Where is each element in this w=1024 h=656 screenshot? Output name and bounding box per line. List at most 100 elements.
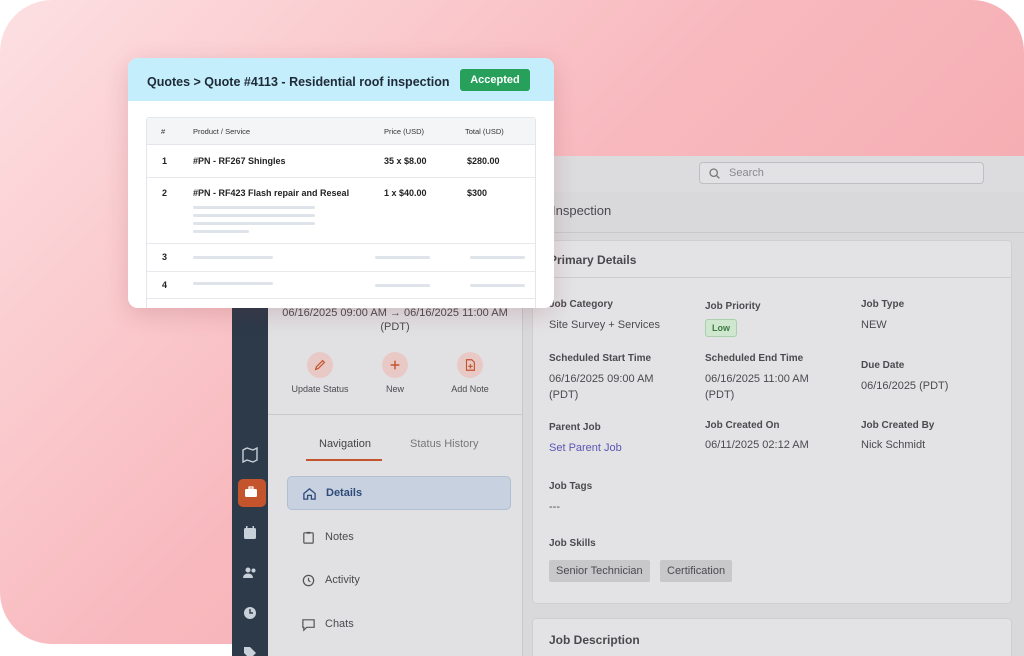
- quote-header: Quotes > Quote #4113 - Residential roof …: [128, 58, 554, 101]
- job-datetime: 06/16/2025 09:00 AM → 06/16/2025 11:00 A…: [268, 306, 522, 334]
- tab-status-history[interactable]: Status History: [410, 438, 478, 450]
- due-date-label: Due Date: [861, 360, 905, 371]
- parent-job-label: Parent Job: [549, 422, 601, 433]
- column-header: Product / Service: [193, 127, 251, 136]
- row-number: 1: [162, 156, 168, 166]
- scheduled-end-date: 06/16/2025 11:00 AM: [705, 373, 809, 385]
- file-plus-icon: [465, 359, 475, 371]
- panel-divider: [268, 414, 522, 415]
- update-status-button[interactable]: Update Status: [290, 352, 350, 394]
- home-icon: [303, 487, 316, 500]
- clock-icon[interactable]: [241, 604, 259, 622]
- nav-item-notes[interactable]: Notes: [287, 520, 511, 554]
- nav-item-details-label: Details: [326, 487, 363, 499]
- row-number: 4: [162, 280, 168, 290]
- row-total: $280.00: [467, 156, 500, 166]
- row-price: 1 x $40.00: [384, 188, 427, 198]
- tag-icon[interactable]: [241, 644, 259, 656]
- nav-item-chats[interactable]: Chats: [287, 607, 511, 641]
- table-header: # Product / Service Price (USD) Total (U…: [147, 118, 535, 145]
- card-divider: [533, 277, 1011, 278]
- table-row: 2 #PN - RF423 Flash repair and Reseal 1 …: [147, 178, 535, 244]
- page-title-bar: Inspection: [522, 192, 1024, 233]
- row-total: $300: [467, 188, 488, 198]
- priority-badge: Low: [705, 319, 737, 337]
- job-created-on-label: Job Created On: [705, 420, 780, 431]
- placeholder-line: [193, 206, 315, 209]
- job-type-value: NEW: [861, 319, 887, 331]
- quote-table: # Product / Service Price (USD) Total (U…: [146, 117, 536, 308]
- job-created-by-label: Job Created By: [861, 420, 935, 431]
- nav-item-details[interactable]: Details: [287, 476, 511, 510]
- job-skills-label: Job Skills: [549, 538, 596, 549]
- add-note-label: Add Note: [451, 384, 489, 394]
- job-created-on-value: 06/11/2025 02:12 AM: [705, 439, 809, 451]
- page-title: Inspection: [552, 203, 612, 218]
- quote-popup: Quotes > Quote #4113 - Residential roof …: [128, 58, 554, 308]
- job-category-value: Site Survey + Services: [549, 319, 660, 331]
- column-header: #: [161, 127, 166, 136]
- row-number: 3: [162, 252, 168, 262]
- job-description-title: Job Description: [549, 633, 640, 647]
- search-input[interactable]: [727, 166, 971, 180]
- column-header: Price (USD): [384, 127, 425, 136]
- scheduled-start-value: 06/16/2025 09:00 AM (PDT): [549, 371, 654, 403]
- nav-item-activity-label: Activity: [325, 574, 360, 586]
- scheduled-end-label: Scheduled End Time: [705, 353, 804, 364]
- new-label: New: [385, 384, 404, 394]
- placeholder-line: [193, 214, 315, 217]
- nav-item-chats-label: Chats: [325, 618, 354, 630]
- tab-navigation[interactable]: Navigation: [319, 438, 371, 450]
- primary-details-title: Primary Details: [549, 253, 637, 267]
- map-icon[interactable]: [241, 446, 259, 464]
- tab-active-underline: [306, 459, 382, 461]
- placeholder-line: [375, 256, 430, 259]
- calendar-icon[interactable]: [241, 524, 259, 542]
- row-price: 35 x $8.00: [384, 156, 427, 166]
- pencil-icon: [314, 359, 326, 371]
- placeholder-line: [193, 222, 315, 225]
- job-tags-label: Job Tags: [549, 481, 593, 492]
- scheduled-end-tz: (PDT): [705, 389, 735, 401]
- job-description-card: Job Description: [532, 618, 1012, 656]
- job-side-panel: 06/16/2025 09:00 AM → 06/16/2025 11:00 A…: [268, 306, 523, 656]
- placeholder-line: [193, 230, 249, 233]
- placeholder-line: [470, 284, 525, 287]
- placeholder-line: [375, 284, 430, 287]
- row-item: #PN - RF267 Shingles: [193, 156, 286, 166]
- search-icon: [709, 167, 720, 179]
- nav-item-activity[interactable]: Activity: [287, 563, 511, 597]
- placeholder-line: [193, 282, 273, 285]
- job-type-label: Job Type: [861, 299, 905, 310]
- briefcase-icon[interactable]: [243, 484, 259, 500]
- table-row: 4: [147, 272, 535, 299]
- new-button[interactable]: New: [365, 352, 425, 394]
- table-row: 1 #PN - RF267 Shingles 35 x $8.00 $280.0…: [147, 145, 535, 178]
- row-item: #PN - RF423 Flash repair and Reseal: [193, 188, 350, 198]
- clipboard-icon: [303, 531, 314, 544]
- add-note-button[interactable]: Add Note: [440, 352, 500, 394]
- table-row: 3: [147, 244, 535, 272]
- sidebar-rail: [232, 306, 268, 656]
- job-priority-label: Job Priority: [705, 301, 761, 312]
- update-status-label: Update Status: [291, 384, 349, 394]
- chat-icon: [302, 618, 315, 632]
- job-tags-value: ---: [549, 501, 560, 513]
- quote-breadcrumb[interactable]: Quotes > Quote #4113 - Residential roof …: [147, 75, 450, 89]
- job-datetime-range: 06/16/2025 09:00 AM → 06/16/2025 11:00 A…: [282, 307, 508, 319]
- users-icon[interactable]: [241, 564, 259, 582]
- search-box[interactable]: [699, 162, 984, 184]
- column-header: Total (USD): [465, 127, 504, 136]
- placeholder-line: [470, 256, 525, 259]
- due-date-value: 06/16/2025 (PDT): [861, 380, 949, 392]
- set-parent-job-link[interactable]: Set Parent Job: [549, 440, 622, 456]
- primary-details-card: Primary Details Job Category Site Survey…: [532, 240, 1012, 604]
- row-number: 2: [162, 188, 168, 198]
- plus-icon: [390, 360, 400, 370]
- history-icon: [302, 574, 315, 586]
- status-badge: Accepted: [460, 69, 530, 91]
- scheduled-start-date: 06/16/2025 09:00 AM: [549, 373, 654, 385]
- skill-chip: Certification: [660, 560, 733, 582]
- job-category-label: Job Category: [549, 299, 613, 310]
- placeholder-line: [193, 256, 273, 259]
